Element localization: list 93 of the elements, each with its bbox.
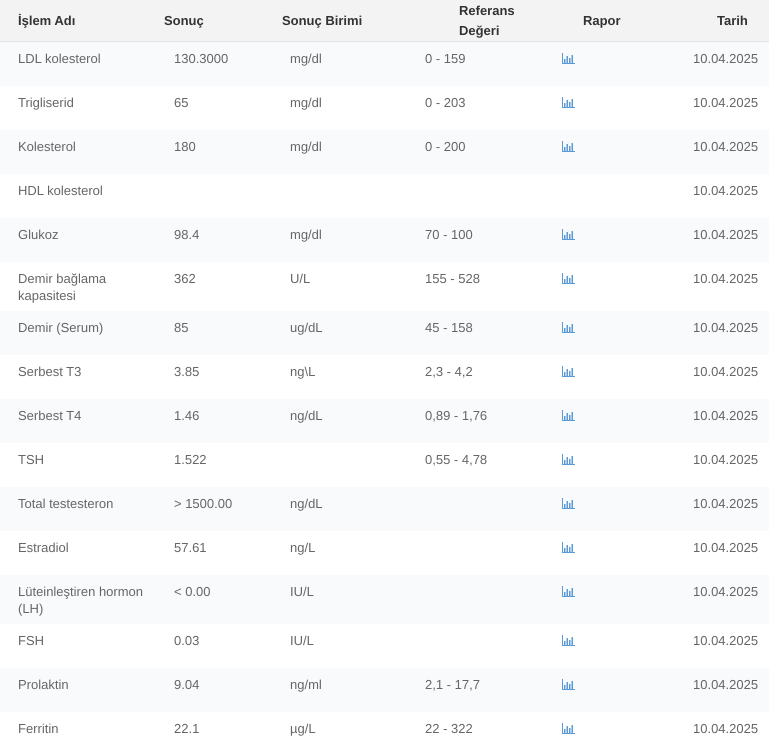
- bar-chart-icon[interactable]: [562, 322, 575, 333]
- table-cell: ng/dL: [290, 496, 323, 511]
- table-cell: Demir bağlama kapasitesi: [18, 271, 106, 303]
- table-cell: IU/L: [290, 584, 314, 599]
- table-cell: 85: [174, 320, 188, 335]
- table-cell: 1.522: [174, 452, 207, 467]
- table-cell: ug/dL: [290, 320, 323, 335]
- table-cell: 10.04.2025: [693, 139, 758, 154]
- table-cell: 10.04.2025: [693, 95, 758, 110]
- table-cell: ng\L: [290, 364, 316, 379]
- table-cell: 2,1 - 17,7: [425, 677, 480, 692]
- table-cell: HDL kolesterol: [18, 183, 103, 198]
- table-cell: 70 - 100: [425, 227, 473, 242]
- table-cell: 0 - 200: [425, 139, 466, 154]
- table-cell: Serbest T3: [18, 364, 82, 379]
- column-header: İşlem Adı: [17, 12, 76, 30]
- table-cell: 65: [174, 95, 188, 110]
- table-cell: ng/dL: [290, 408, 323, 423]
- table-cell: 10.04.2025: [693, 496, 758, 511]
- table-cell: 362: [174, 271, 196, 286]
- table-cell: 0,55 - 4,78: [425, 452, 488, 467]
- table-cell: 0,89 - 1,76: [425, 408, 488, 423]
- bar-chart-icon[interactable]: [562, 498, 575, 509]
- table-cell: 130.3000: [174, 51, 228, 66]
- table-cell: < 0.00: [174, 584, 211, 599]
- table-cell: Kolesterol: [18, 139, 76, 154]
- table-cell: Prolaktin: [18, 677, 69, 692]
- table-cell: Serbest T4: [18, 408, 82, 423]
- bar-chart-icon[interactable]: [562, 586, 575, 597]
- table-cell: ng/ml: [290, 677, 322, 692]
- table-cell: 10.04.2025: [693, 183, 758, 198]
- table-cell: 10.04.2025: [693, 584, 758, 599]
- table-cell: 57.61: [174, 540, 207, 555]
- bar-chart-icon[interactable]: [562, 679, 575, 690]
- table-cell: Estradiol: [18, 540, 69, 555]
- table-cell: 22 - 322: [425, 721, 473, 736]
- table-cell: 1.46: [174, 408, 200, 423]
- table-cell: 45 - 158: [425, 320, 473, 335]
- bar-chart-icon[interactable]: [562, 53, 575, 64]
- table-cell: Demir (Serum): [18, 320, 104, 335]
- table-cell: 98.4: [174, 227, 200, 242]
- table-cell: mg/dl: [290, 139, 322, 154]
- table-cell: 155 - 528: [425, 271, 480, 286]
- table-cell: 0 - 159: [425, 51, 466, 66]
- table-cell: 2,3 - 4,2: [425, 364, 473, 379]
- table-cell: > 1500.00: [174, 496, 232, 511]
- column-header: Sonuç Birimi: [281, 12, 364, 30]
- column-header: Tarih: [716, 12, 749, 30]
- table-cell: LDL kolesterol: [18, 51, 101, 66]
- table-cell: Lüteinleştiren hormon (LH): [18, 584, 144, 616]
- bar-chart-icon[interactable]: [562, 454, 575, 465]
- table-cell: TSH: [18, 452, 44, 467]
- table-cell: 0.03: [174, 633, 200, 648]
- table-cell: 3.85: [174, 364, 200, 379]
- table-cell: µg/L: [290, 721, 316, 736]
- table-cell: 10.04.2025: [693, 540, 758, 555]
- column-header: Rapor: [582, 12, 622, 30]
- table-cell: U/L: [290, 271, 310, 286]
- table-cell: 10.04.2025: [693, 408, 758, 423]
- table-cell: 10.04.2025: [693, 364, 758, 379]
- table-cell: 10.04.2025: [693, 271, 758, 286]
- bar-chart-icon[interactable]: [562, 229, 575, 240]
- column-header: Sonuç: [163, 12, 205, 30]
- bar-chart-icon[interactable]: [562, 542, 575, 553]
- table-cell: FSH: [18, 633, 44, 648]
- bar-chart-icon[interactable]: [562, 635, 575, 646]
- table-cell: 10.04.2025: [693, 51, 758, 66]
- column-header: Referans Değeri: [458, 2, 516, 40]
- table-cell: 10.04.2025: [693, 227, 758, 242]
- table-cell: IU/L: [290, 633, 314, 648]
- table-cell: 10.04.2025: [693, 452, 758, 467]
- table-cell: Trigliserid: [18, 95, 74, 110]
- table-cell: 10.04.2025: [693, 633, 758, 648]
- table-cell: Total testesteron: [18, 496, 114, 511]
- table-cell: 0 - 203: [425, 95, 466, 110]
- table-cell: mg/dl: [290, 51, 322, 66]
- table-cell: 180: [174, 139, 196, 154]
- bar-chart-icon[interactable]: [562, 97, 575, 108]
- bar-chart-icon[interactable]: [562, 141, 575, 152]
- bar-chart-icon[interactable]: [562, 273, 575, 284]
- table-cell: Ferritin: [18, 721, 58, 736]
- bar-chart-icon[interactable]: [562, 410, 575, 421]
- bar-chart-icon[interactable]: [562, 366, 575, 377]
- table-cell: 9.04: [174, 677, 200, 692]
- table-cell: ng/L: [290, 540, 316, 555]
- table-cell: 10.04.2025: [693, 721, 758, 736]
- table-cell: 10.04.2025: [693, 677, 758, 692]
- bar-chart-icon[interactable]: [562, 723, 575, 734]
- table-cell: 22.1: [174, 721, 200, 736]
- table-cell: mg/dl: [290, 95, 322, 110]
- table-cell: Glukoz: [18, 227, 58, 242]
- table-cell: mg/dl: [290, 227, 322, 242]
- table-cell: 10.04.2025: [693, 320, 758, 335]
